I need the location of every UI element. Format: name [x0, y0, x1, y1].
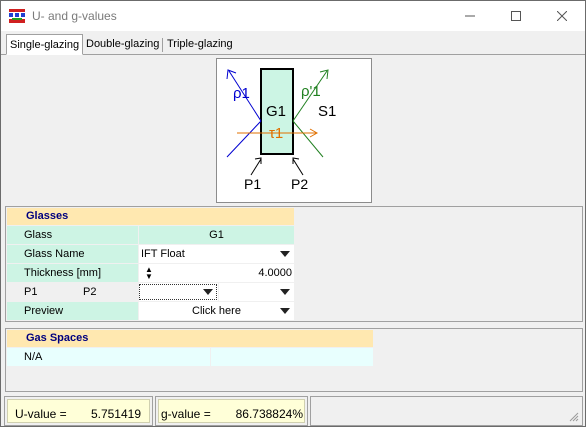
minimize-icon	[465, 15, 475, 17]
maximize-icon	[511, 11, 521, 21]
gas-space-cell	[211, 348, 373, 366]
spin-arrows-icon[interactable]: ▲ ▼	[145, 266, 153, 281]
thickness-row: Thickness [mm] ▲ ▼ 4.0000	[7, 264, 294, 282]
preview-row: Preview Click here	[7, 302, 294, 320]
tab-double-glazing[interactable]: Double-glazing	[83, 36, 162, 53]
p1-label: P1	[244, 176, 262, 192]
u-value: 5.751419	[90, 407, 141, 421]
gas-spaces-panel: Gas Spaces N/A	[5, 328, 583, 392]
p2-select[interactable]	[219, 283, 294, 301]
glass-name-row: Glass Name IFT Float	[7, 245, 294, 263]
title-bar[interactable]: U- and g-values	[1, 1, 585, 31]
reflect-back-label: ρ'1	[301, 83, 321, 100]
g-value-box: g-value = 86.738824%	[158, 399, 305, 423]
glass-label: Glass	[7, 226, 138, 244]
glass-name-value: IFT Float	[141, 248, 185, 260]
dropdown-arrow-icon[interactable]	[280, 308, 290, 314]
u-value-box: U-value = 5.751419	[7, 399, 150, 423]
space-label: S1	[318, 103, 337, 120]
glass-name-label: Glass Name	[7, 245, 138, 263]
glasses-header: Glasses	[7, 208, 294, 225]
p2-pointer	[292, 158, 304, 176]
tab-separator	[162, 38, 163, 52]
tab-triple-glazing[interactable]: Triple-glazing	[164, 36, 236, 53]
close-button[interactable]	[539, 1, 585, 31]
app-icon	[9, 9, 25, 23]
dropdown-arrow-icon[interactable]	[280, 289, 290, 295]
p1-p2-labels: P1 P2	[7, 283, 138, 301]
u-value-label: U-value =	[15, 407, 67, 421]
gas-space-row: N/A	[7, 348, 373, 366]
reflection-back-ray	[292, 120, 324, 158]
close-icon	[557, 11, 567, 21]
p1-select[interactable]	[139, 283, 218, 301]
tab-bar: Single-glazing Double-glazing Triple-gla…	[1, 34, 585, 55]
p2-label: P2	[83, 286, 97, 298]
tab-single-glazing[interactable]: Single-glazing	[6, 34, 84, 55]
reflect-front-label: ρ1	[233, 85, 250, 102]
reflection-front-ray	[226, 120, 262, 158]
thickness-label: Thickness [mm]	[7, 264, 138, 282]
preview-select[interactable]: Click here	[139, 302, 294, 320]
dropdown-arrow-icon[interactable]	[203, 289, 213, 295]
maximize-button[interactable]	[493, 1, 539, 31]
u-value-status: U-value = 5.751419	[4, 396, 153, 426]
minimize-button[interactable]	[447, 1, 493, 31]
gas-spaces-header: Gas Spaces	[7, 330, 373, 347]
glass-value[interactable]: G1	[139, 226, 294, 244]
gas-space-value: N/A	[7, 348, 210, 366]
window-title: U- and g-values	[32, 9, 117, 23]
transmit-label: τ1	[269, 125, 284, 142]
thickness-value: 4.0000	[258, 267, 292, 279]
preview-label: Preview	[7, 302, 138, 320]
p1-label: P1	[24, 286, 38, 298]
main-window: U- and g-values Single-glazing Double-gl…	[0, 0, 586, 427]
preview-value: Click here	[192, 305, 241, 317]
p1-pointer	[250, 158, 262, 176]
dropdown-arrow-icon[interactable]	[280, 251, 290, 257]
g-value: 86.738824%	[235, 407, 303, 421]
g-value-label: g-value =	[161, 407, 211, 421]
p2-label: P2	[291, 176, 309, 192]
thickness-stepper[interactable]: ▲ ▼ 4.0000	[139, 264, 294, 282]
pane-label: G1	[266, 103, 287, 120]
glasses-panel: Glasses Glass G1 Glass Name IFT Float Th…	[5, 206, 583, 322]
glass-row: Glass G1	[7, 226, 294, 244]
resize-grip-icon[interactable]	[569, 412, 579, 422]
p1-p2-row: P1 P2	[7, 283, 294, 301]
glass-name-select[interactable]: IFT Float	[139, 245, 294, 263]
glazing-diagram: ρ1 ρ'1 G1 S1 τ1 P1 P2	[216, 58, 372, 203]
g-value-status: g-value = 86.738824%	[155, 396, 308, 426]
status-empty-pane	[310, 396, 583, 426]
